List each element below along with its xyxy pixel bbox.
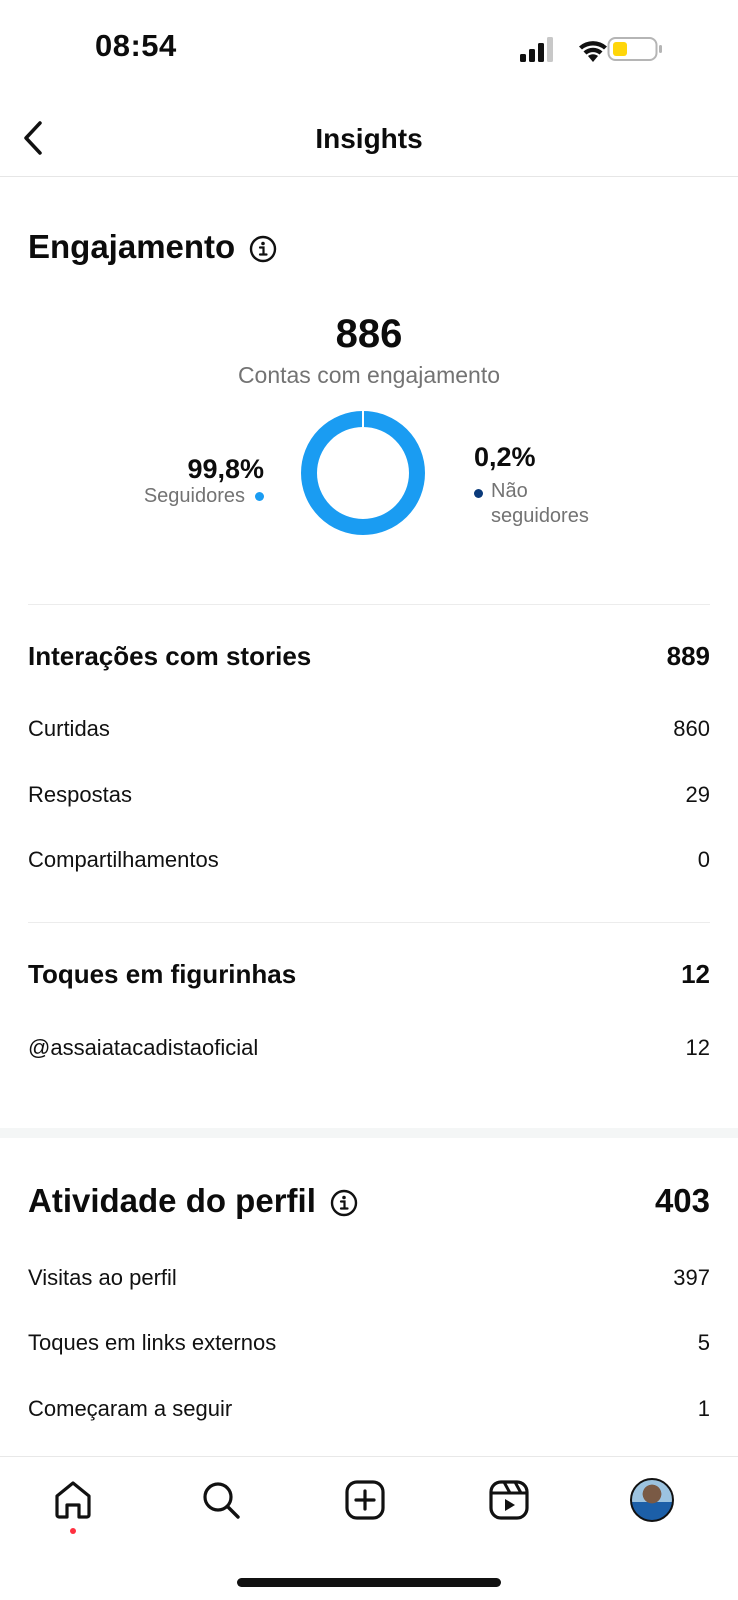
profile-activity-title: Atividade do perfil (28, 1182, 316, 1219)
engagement-heading: Engajamento (28, 228, 277, 266)
list-item[interactable]: @assaiatacadistaoficial 12 (28, 1035, 710, 1061)
row-label: Visitas ao perfil (28, 1265, 177, 1290)
row-value: 0 (697, 847, 710, 872)
list-item: Curtidas 860 (28, 716, 710, 742)
row-value: 12 (685, 1035, 710, 1060)
row-value: 29 (685, 782, 710, 807)
wifi-icon (579, 41, 607, 62)
story-interactions-header: Interações com stories 889 (28, 641, 710, 672)
row-label: Curtidas (28, 716, 110, 741)
section-divider (28, 604, 710, 605)
row-value: 1 (697, 1396, 710, 1421)
non-followers-percent: 0,2% (474, 442, 536, 472)
profile-avatar[interactable] (628, 1476, 676, 1524)
followers-label: Seguidores (143, 485, 245, 507)
sticker-taps-header: Toques em figurinhas 12 (28, 959, 710, 990)
header-divider (0, 176, 738, 177)
avatar (630, 1478, 674, 1522)
status-time: 08:54 (95, 28, 177, 63)
engagement-donut-chart (301, 411, 425, 535)
donut-slice-followers (301, 411, 425, 535)
profile-activity-header: Atividade do perfil 403 (28, 1182, 710, 1220)
battery-icon (607, 37, 662, 61)
signal-icon (520, 37, 553, 62)
row-label: Compartilhamentos (28, 847, 219, 872)
followers-legend: 99,8% Seguidores (144, 454, 264, 508)
non-followers-legend: 0,2% Não seguidores (474, 442, 641, 529)
list-item: Respostas 29 (28, 782, 710, 808)
list-item: Começaram a seguir 1 (28, 1396, 710, 1422)
search-icon[interactable] (197, 1476, 245, 1524)
row-label: Respostas (28, 782, 132, 807)
section-separator (0, 1128, 738, 1138)
followers-dot (255, 492, 264, 501)
non-followers-label-line1: Não (491, 480, 528, 502)
page-title: Insights (315, 123, 423, 154)
sticker-taps-title: Toques em figurinhas (28, 959, 297, 989)
home-icon[interactable] (49, 1476, 97, 1524)
home-notification-dot (70, 1528, 76, 1534)
row-value: 397 (673, 1265, 710, 1290)
info-icon[interactable] (249, 233, 277, 263)
home-indicator[interactable] (237, 1578, 501, 1587)
row-value: 860 (673, 716, 710, 741)
bottom-nav (0, 1476, 738, 1530)
story-interactions-title: Interações com stories (28, 641, 312, 671)
row-label: Toques em links externos (28, 1330, 277, 1355)
bottom-nav-divider (0, 1456, 738, 1457)
status-icons (520, 34, 675, 66)
section-divider (28, 922, 710, 923)
story-interactions-total: 889 (666, 641, 710, 671)
followers-percent: 99,8% (187, 454, 264, 484)
list-item: Toques em links externos 5 (28, 1330, 710, 1356)
create-icon[interactable] (341, 1476, 389, 1524)
engaged-accounts-label: Contas com engajamento (237, 362, 501, 388)
list-item: Compartilhamentos 0 (28, 847, 710, 873)
non-followers-label-line2: seguidores (491, 505, 589, 527)
row-label: @assaiatacadistaoficial (28, 1035, 259, 1060)
list-item: Visitas ao perfil 397 (28, 1265, 710, 1291)
profile-activity-total: 403 (654, 1182, 710, 1219)
info-icon[interactable] (330, 1187, 358, 1217)
engaged-accounts-count: 886 (335, 312, 403, 356)
sticker-taps-total: 12 (681, 959, 710, 989)
engagement-title: Engajamento (28, 228, 236, 265)
reels-icon[interactable] (485, 1476, 533, 1524)
row-label: Começaram a seguir (28, 1396, 233, 1421)
non-followers-dot (474, 489, 483, 498)
row-value: 5 (697, 1330, 710, 1355)
